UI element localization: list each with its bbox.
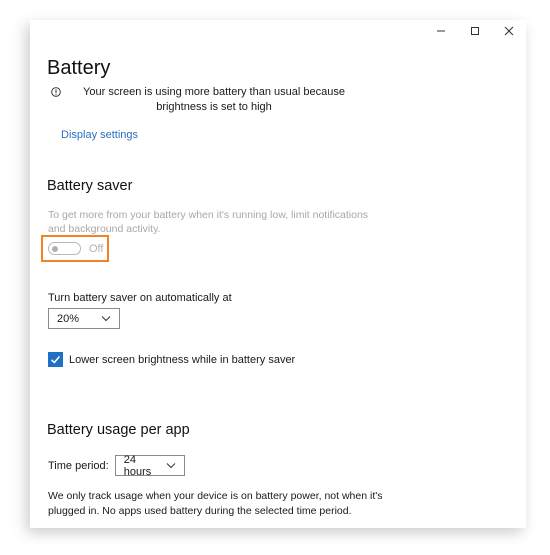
settings-window: Battery Your screen is using more batter…: [30, 20, 526, 528]
battery-saver-heading: Battery saver: [47, 178, 133, 194]
chevron-down-icon: [166, 463, 176, 469]
auto-on-threshold-value: 20%: [57, 312, 80, 325]
lower-brightness-checkbox[interactable]: [48, 352, 63, 367]
time-period-label: Time period:: [48, 459, 109, 472]
battery-usage-heading: Battery usage per app: [47, 422, 190, 438]
toggle-knob: [52, 245, 58, 252]
auto-on-threshold-dropdown[interactable]: 20%: [48, 308, 120, 329]
checkmark-icon: [50, 356, 61, 364]
screenshot-stage: Battery Your screen is using more batter…: [0, 0, 550, 555]
battery-saver-toggle-state: Off: [89, 242, 104, 255]
battery-saver-toggle[interactable]: [48, 242, 81, 255]
lower-brightness-label: Lower screen brightness while in battery…: [69, 353, 296, 366]
time-period-value: 24 hours: [123, 453, 152, 478]
time-period-dropdown[interactable]: 24 hours: [114, 453, 185, 478]
settings-content: Battery Your screen is using more batter…: [41, 20, 526, 528]
info-icon: [51, 87, 61, 97]
brightness-warning: Your screen is using more battery than u…: [51, 85, 381, 115]
brightness-warning-text: Your screen is using more battery than u…: [83, 86, 345, 113]
page-title: Battery: [47, 57, 111, 79]
chevron-down-icon: [101, 316, 111, 322]
battery-saver-description: To get more from your battery when it's …: [48, 209, 369, 235]
time-period-row: Time period: 24 hours: [48, 453, 185, 478]
auto-on-label: Turn battery saver on automatically at: [48, 292, 232, 304]
battery-saver-toggle-row[interactable]: Off: [48, 242, 103, 255]
lower-brightness-option[interactable]: Lower screen brightness while in battery…: [48, 352, 295, 367]
display-settings-link[interactable]: Display settings: [61, 129, 138, 141]
usage-note: We only track usage when your device is …: [48, 490, 383, 517]
